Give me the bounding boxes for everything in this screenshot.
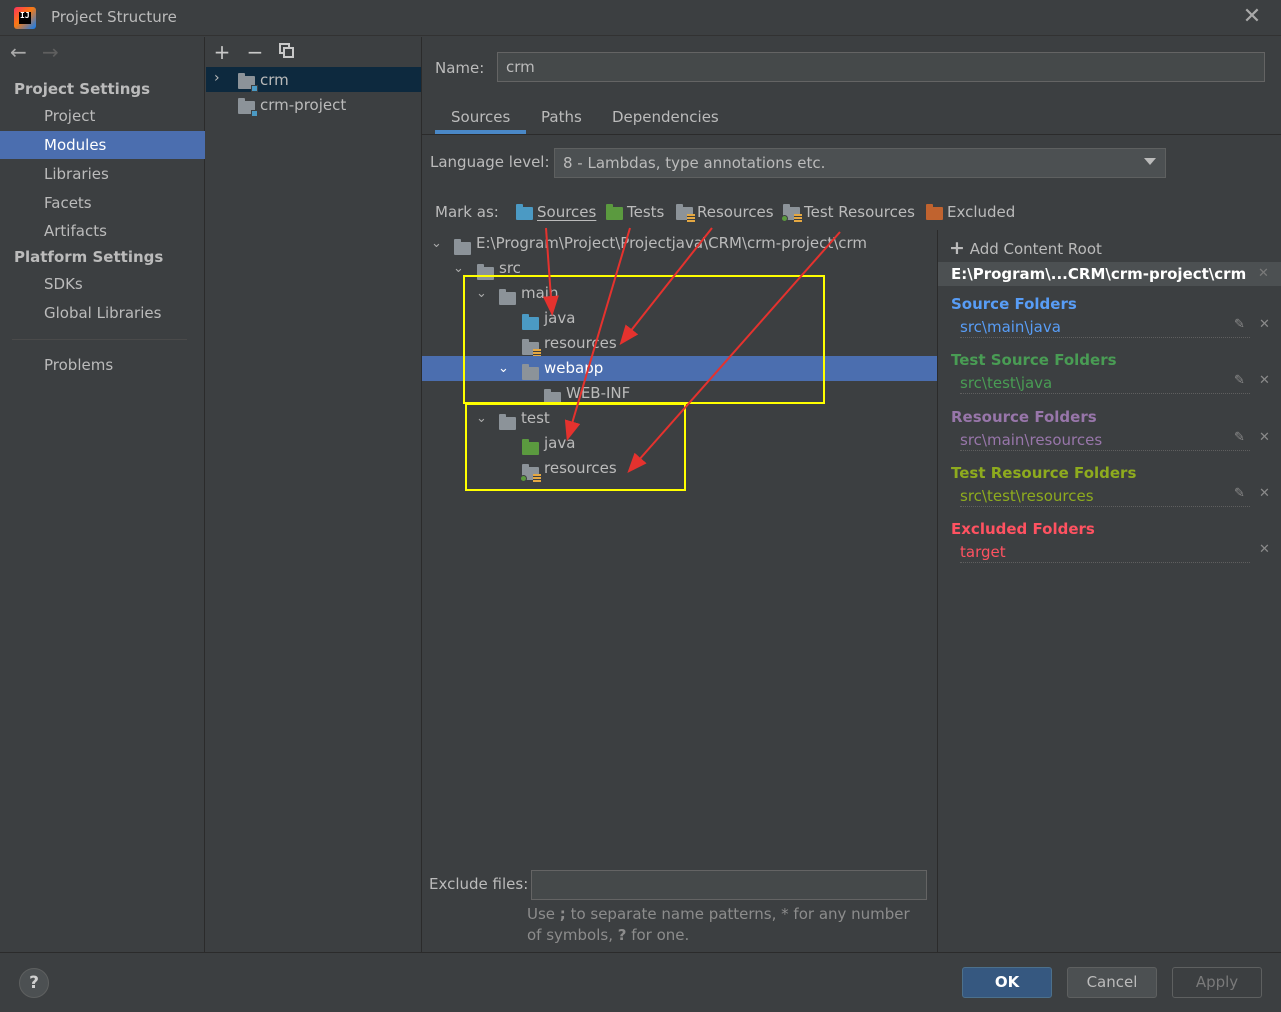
close-icon[interactable]: ✕ [1240, 4, 1264, 30]
platform-settings-header: Platform Settings [14, 248, 164, 266]
delete-icon[interactable]: ✕ [1259, 430, 1270, 445]
nav-item-facets[interactable]: Facets [0, 189, 205, 217]
dotted-leader [960, 337, 1250, 338]
tab-paths[interactable]: Paths [541, 108, 582, 126]
mark-as-resources-button[interactable]: Resources [676, 203, 774, 222]
nav-item-libraries[interactable]: Libraries [0, 160, 205, 188]
chevron-right-icon[interactable]: › [214, 70, 220, 86]
folder-group-path[interactable]: src\test\resources [960, 487, 1094, 505]
forward-arrow-icon[interactable]: → [42, 40, 59, 64]
delete-icon[interactable]: ✕ [1259, 486, 1270, 501]
remove-icon[interactable]: − [244, 40, 266, 64]
nav-divider [12, 339, 187, 340]
nav-item-project[interactable]: Project [0, 102, 205, 130]
folder-group-path[interactable]: src\main\resources [960, 431, 1102, 449]
sources-folder-icon [516, 203, 533, 220]
copy-icon[interactable] [279, 43, 294, 58]
module-folder-icon [238, 98, 258, 118]
mark-as-sources-button[interactable]: Sources [516, 203, 596, 221]
hint-text: Use [527, 905, 560, 923]
tabs-divider [422, 134, 1281, 135]
highlight-box-main [463, 275, 825, 404]
delete-icon[interactable]: ✕ [1259, 373, 1270, 388]
hint-text: for one. [626, 926, 690, 944]
dotted-leader [960, 562, 1250, 563]
test-resources-folder-icon [781, 203, 802, 222]
mark-as-excluded-label: Excluded [947, 203, 1016, 221]
mark-as-resources-label: Resources [697, 203, 774, 221]
module-list-pane [206, 37, 422, 952]
remove-root-icon[interactable]: ✕ [1258, 262, 1269, 286]
cancel-button[interactable]: Cancel [1067, 967, 1157, 998]
chevron-down-icon[interactable]: ⌄ [431, 231, 445, 256]
folder-group-path[interactable]: src\test\java [960, 374, 1052, 392]
project-settings-header: Project Settings [14, 80, 151, 98]
edit-icon[interactable]: ✎ [1234, 430, 1245, 445]
panel-divider [937, 230, 938, 952]
folder-group-title: Source Folders [951, 295, 1077, 313]
help-icon[interactable]: ? [19, 968, 49, 998]
nav-item-artifacts[interactable]: Artifacts [0, 217, 205, 245]
exclude-files-label: Exclude files: [429, 875, 529, 893]
module-label-crm-project[interactable]: crm-project [260, 96, 346, 114]
mark-as-test-resources-label: Test Resources [804, 203, 915, 221]
dotted-leader [960, 506, 1250, 507]
language-level-select[interactable]: 8 - Lambdas, type annotations etc. [554, 148, 1166, 178]
folder-group-path[interactable]: src\main\java [960, 318, 1061, 336]
apply-button[interactable]: Apply [1172, 967, 1262, 998]
language-level-label: Language level: [430, 153, 550, 171]
mark-as-label: Mark as: [435, 203, 499, 221]
ok-button[interactable]: OK [962, 967, 1052, 998]
hint-text: to separate name patterns, * for any num… [527, 905, 910, 944]
window-title: Project Structure [51, 8, 177, 26]
module-folder-icon [238, 73, 258, 93]
delete-icon[interactable]: ✕ [1259, 542, 1270, 557]
excluded-folder-icon [926, 203, 943, 220]
tree-node-root[interactable]: ⌄ E:\Program\Project\Projectjava\CRM\crm… [422, 231, 937, 256]
delete-icon[interactable]: ✕ [1259, 317, 1270, 332]
tab-sources[interactable]: Sources [451, 108, 510, 126]
mark-as-tests-label: Tests [627, 203, 665, 221]
tree-node-label: E:\Program\Project\Projectjava\CRM\crm-p… [476, 234, 868, 252]
nav-item-modules[interactable]: Modules [0, 131, 205, 159]
module-name-input[interactable]: crm [497, 52, 1265, 82]
tab-dependencies[interactable]: Dependencies [612, 108, 719, 126]
folder-group-path[interactable]: target [960, 543, 1006, 561]
dotted-leader [960, 393, 1250, 394]
mark-as-test-resources-button[interactable]: Test Resources [781, 203, 915, 222]
mark-as-tests-button[interactable]: Tests [606, 203, 664, 221]
add-content-root-label: Add Content Root [969, 240, 1102, 258]
exclude-files-hint: Use ; to separate name patterns, * for a… [527, 904, 927, 946]
nav-item-problems[interactable]: Problems [0, 351, 205, 379]
folder-group-title: Resource Folders [951, 408, 1097, 426]
edit-icon[interactable]: ✎ [1234, 373, 1245, 388]
exclude-files-input[interactable] [531, 870, 927, 900]
mark-as-sources-label: Sources [537, 203, 597, 221]
name-label: Name: [435, 59, 485, 77]
nav-item-global-libraries[interactable]: Global Libraries [0, 299, 205, 327]
content-root-path: E:\Program\...CRM\crm-project\crm [938, 262, 1281, 286]
add-icon[interactable]: + [211, 40, 233, 64]
back-arrow-icon[interactable]: ← [10, 40, 27, 64]
title-bar [0, 0, 1281, 36]
chevron-down-icon[interactable] [1144, 158, 1156, 165]
dotted-leader [960, 450, 1250, 451]
intellij-logo-icon: IJ [14, 7, 36, 29]
add-content-root-button[interactable]: + Add Content Root [949, 237, 1102, 259]
nav-item-sdks[interactable]: SDKs [0, 270, 205, 298]
edit-icon[interactable]: ✎ [1234, 486, 1245, 501]
edit-icon[interactable]: ✎ [1234, 317, 1245, 332]
folder-group-title: Test Resource Folders [951, 464, 1137, 482]
highlight-box-test [465, 403, 686, 491]
resources-folder-icon [676, 203, 695, 222]
add-icon: + [949, 237, 965, 259]
mark-as-excluded-button[interactable]: Excluded [926, 203, 1015, 221]
tests-folder-icon [606, 203, 623, 220]
folder-group-title: Test Source Folders [951, 351, 1117, 369]
folder-group-title: Excluded Folders [951, 520, 1095, 538]
module-label-crm: crm [260, 71, 289, 89]
